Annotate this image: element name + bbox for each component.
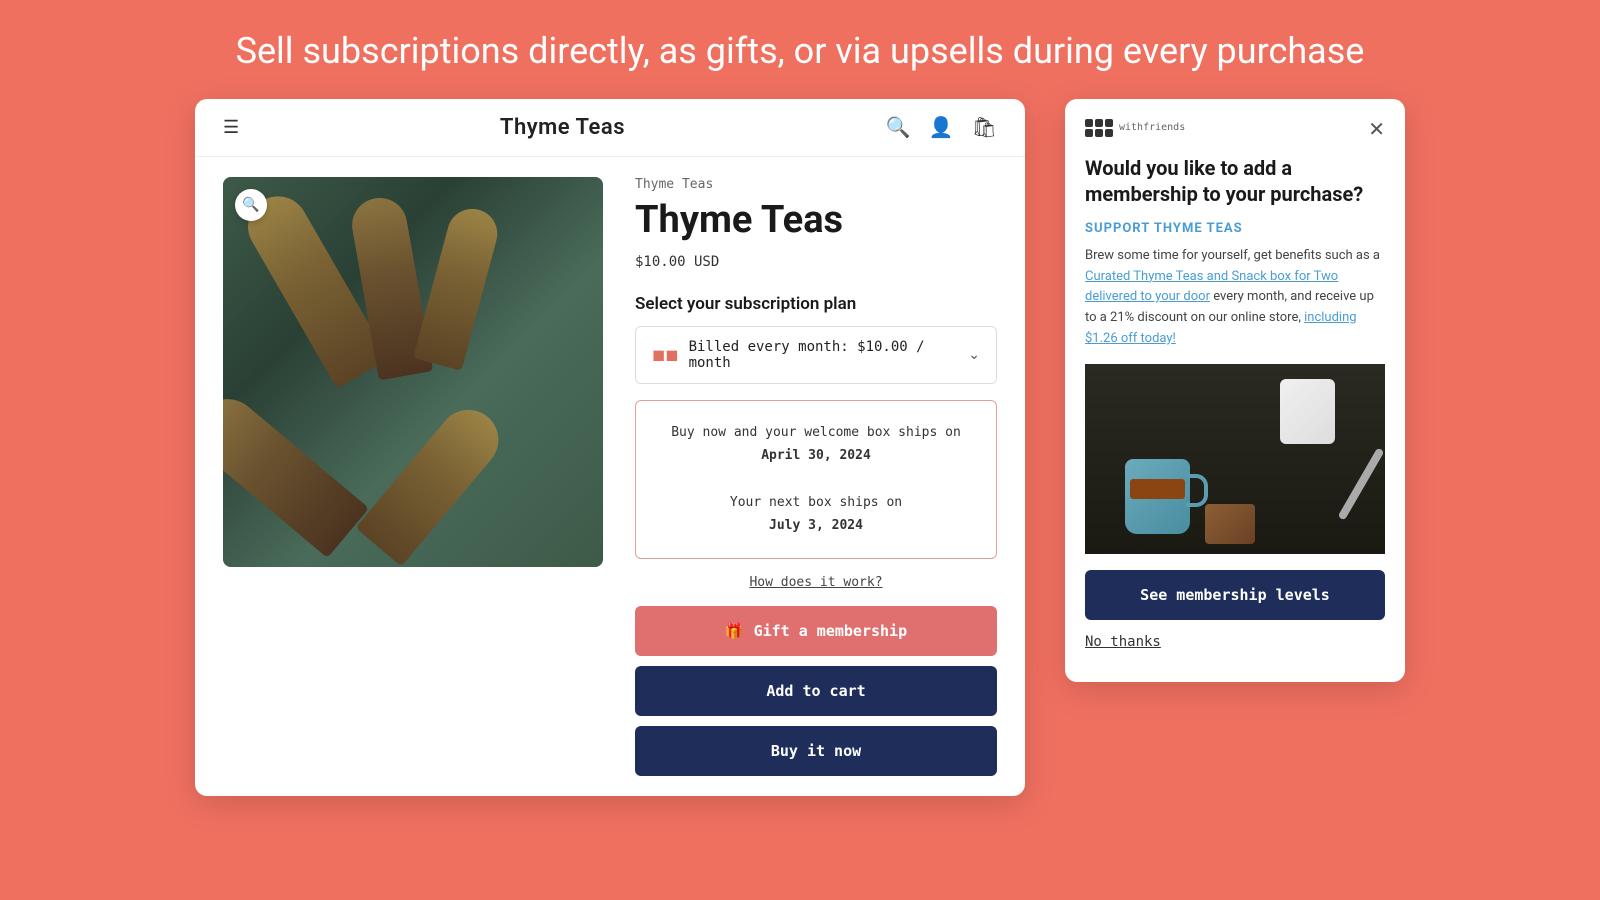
gift-membership-button[interactable]: 🎁 Gift a membership xyxy=(635,606,997,656)
scene-spoon xyxy=(1338,447,1385,520)
chevron-down-icon: ⌄ xyxy=(968,347,980,363)
wf-logo-text: withfriends xyxy=(1119,122,1185,133)
subscription-label: Select your subscription plan xyxy=(635,294,997,314)
subscription-dropdown[interactable]: ◼◼ Billed every month: $10.00 / month ⌄ xyxy=(635,326,997,384)
left-panel: ☰ Thyme Teas 🔍 👤 🛍 xyxy=(195,99,1025,796)
add-to-cart-button[interactable]: Add to cart xyxy=(635,666,997,716)
buy-now-button[interactable]: Buy it now xyxy=(635,726,997,776)
spoon-4 xyxy=(223,386,369,558)
product-image xyxy=(223,177,603,567)
subscription-icon: ◼◼ xyxy=(652,345,679,364)
wf-dot-5 xyxy=(1095,129,1103,137)
close-icon[interactable]: ✕ xyxy=(1368,119,1385,139)
spoon-5 xyxy=(355,397,510,566)
gift-icon: 🎁 xyxy=(725,622,744,640)
store-header: ☰ Thyme Teas 🔍 👤 🛍 xyxy=(195,99,1025,157)
spoon-group xyxy=(223,177,603,567)
see-membership-button[interactable]: See membership levels xyxy=(1085,570,1385,620)
product-details: Thyme Teas Thyme Teas $10.00 USD Select … xyxy=(635,177,997,776)
tea-mug xyxy=(1125,459,1190,534)
support-label: SUPPORT THYME TEAS xyxy=(1085,221,1385,236)
zoom-button[interactable]: 🔍 xyxy=(235,189,267,221)
shipping-line1: Buy now and your welcome box ships on xyxy=(671,425,961,440)
withfriends-logo: withfriends xyxy=(1085,119,1185,137)
product-name: Thyme Teas xyxy=(635,200,997,242)
product-area: 🔍 Thyme Teas Thyme Teas $10.00 USD Selec… xyxy=(195,157,1025,796)
wf-dots-icon xyxy=(1085,119,1113,137)
shipping-info-box: Buy now and your welcome box ships on Ap… xyxy=(635,400,997,559)
shipping-line2: Your next box ships on xyxy=(730,495,902,510)
dropdown-text: Billed every month: $10.00 / month xyxy=(689,339,969,371)
how-works-link[interactable]: How does it work? xyxy=(635,575,997,590)
cart-icon[interactable]: 🛍 xyxy=(972,115,997,139)
product-image-container: 🔍 xyxy=(223,177,603,567)
no-thanks-link[interactable]: No thanks xyxy=(1085,634,1385,666)
brown-box xyxy=(1205,504,1255,544)
spoon-3 xyxy=(413,203,503,370)
hero-title: Sell subscriptions directly, as gifts, o… xyxy=(216,0,1385,99)
right-panel: withfriends ✕ Would you like to add a me… xyxy=(1065,99,1405,682)
menu-icon[interactable]: ☰ xyxy=(223,117,239,138)
store-title: Thyme Teas xyxy=(500,115,625,140)
shipping-date1: April 30, 2024 xyxy=(761,448,871,463)
wf-dot-4 xyxy=(1085,129,1093,137)
desc-before: Brew some time for yourself, get benefit… xyxy=(1085,248,1380,263)
white-container xyxy=(1280,379,1335,444)
modal-product-image xyxy=(1085,364,1385,554)
wf-dot-3 xyxy=(1105,119,1113,127)
wf-dot-1 xyxy=(1085,119,1093,127)
tea-liquid xyxy=(1130,479,1185,499)
wf-dot-6 xyxy=(1105,129,1113,137)
search-icon[interactable]: 🔍 xyxy=(886,115,911,139)
shipping-date2: July 3, 2024 xyxy=(769,518,863,533)
dropdown-left: ◼◼ Billed every month: $10.00 / month xyxy=(652,339,968,371)
modal-header: withfriends ✕ xyxy=(1065,99,1405,139)
account-icon[interactable]: 👤 xyxy=(929,115,954,139)
modal-question: Would you like to add a membership to yo… xyxy=(1085,155,1385,207)
modal-description: Brew some time for yourself, get benefit… xyxy=(1085,246,1385,350)
header-icons: 🔍 👤 🛍 xyxy=(886,115,997,139)
wf-dot-2 xyxy=(1095,119,1103,127)
modal-body: Would you like to add a membership to yo… xyxy=(1065,139,1405,682)
tea-scene xyxy=(1085,364,1385,554)
product-price: $10.00 USD xyxy=(635,254,997,270)
gift-membership-label: Gift a membership xyxy=(754,622,908,640)
panels-row: ☰ Thyme Teas 🔍 👤 🛍 xyxy=(0,99,1600,796)
product-breadcrumb: Thyme Teas xyxy=(635,177,997,192)
